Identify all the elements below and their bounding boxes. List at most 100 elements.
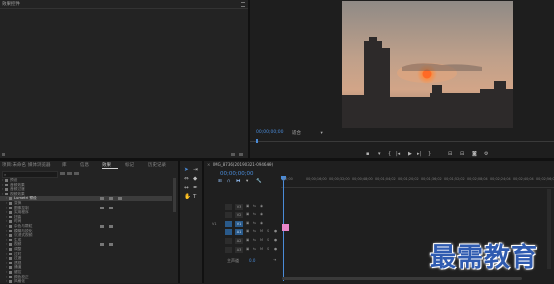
lock-icon[interactable]: ▣ bbox=[246, 212, 249, 216]
eye-icon[interactable]: ◉ bbox=[260, 204, 263, 208]
chevron-right-icon[interactable]: › bbox=[6, 261, 7, 265]
chevron-right-icon[interactable]: › bbox=[2, 183, 3, 187]
lock-icon[interactable]: ▣ bbox=[246, 238, 249, 242]
32bit-filter-icon[interactable] bbox=[67, 172, 72, 175]
lock-icon[interactable]: ▣ bbox=[246, 247, 249, 251]
track-name[interactable]: V3 bbox=[235, 203, 243, 210]
fit-dropdown[interactable]: 适合 ▾ bbox=[292, 130, 323, 136]
chevron-right-icon[interactable]: › bbox=[6, 215, 7, 219]
tab-history[interactable]: 历史记录 bbox=[148, 162, 166, 168]
chevron-right-icon[interactable]: › bbox=[6, 206, 7, 210]
export-frame-icon[interactable]: ◙ bbox=[472, 151, 477, 157]
tab-info[interactable]: 信息 bbox=[80, 162, 89, 168]
add-marker-icon[interactable]: ▾ bbox=[246, 179, 248, 184]
chevron-right-icon[interactable]: › bbox=[6, 219, 7, 223]
eye-icon[interactable]: ◉ bbox=[260, 212, 263, 216]
video-clip[interactable] bbox=[282, 224, 289, 231]
scrollbar[interactable] bbox=[173, 178, 176, 212]
track-target-toggle[interactable] bbox=[225, 203, 232, 210]
lock-icon[interactable]: ▣ bbox=[246, 229, 249, 233]
chevron-right-icon[interactable]: › bbox=[2, 187, 3, 191]
mic-icon[interactable]: ● bbox=[274, 238, 277, 242]
solo-icon[interactable]: S bbox=[267, 238, 269, 242]
track-name[interactable]: V1 bbox=[235, 220, 243, 227]
lock-icon[interactable]: ▣ bbox=[246, 221, 249, 225]
play-icon[interactable]: ▶ bbox=[408, 151, 412, 157]
chevron-right-icon[interactable]: › bbox=[6, 229, 7, 233]
sync-lock-icon[interactable]: ⇆ bbox=[253, 229, 256, 233]
horizontal-scrollbar[interactable] bbox=[282, 277, 522, 280]
solo-icon[interactable]: S bbox=[267, 229, 269, 233]
go-to-end-icon[interactable]: ⇥ bbox=[273, 257, 276, 262]
timeline-tab-title[interactable]: IMG_8736(20190321-094649) bbox=[213, 162, 273, 167]
sync-lock-icon[interactable]: ⇆ bbox=[253, 247, 256, 251]
step-back-icon[interactable]: |◂ bbox=[396, 151, 400, 157]
chevron-right-icon[interactable]: › bbox=[6, 238, 7, 242]
timeline-timecode[interactable]: 00;00;00;00 bbox=[220, 171, 254, 177]
go-to-in-icon[interactable]: { bbox=[388, 151, 391, 157]
close-icon[interactable]: × bbox=[207, 162, 210, 167]
tab-markers[interactable]: 标记 bbox=[125, 162, 134, 168]
chevron-right-icon[interactable]: › bbox=[6, 201, 7, 205]
track-name[interactable]: A3 bbox=[235, 246, 243, 253]
mute-icon[interactable]: M bbox=[260, 238, 263, 242]
selection-tool-icon[interactable]: ➤ bbox=[184, 167, 189, 173]
snap-icon[interactable]: ∩ bbox=[227, 179, 230, 184]
chevron-right-icon[interactable]: › bbox=[2, 178, 3, 182]
timeline-settings-icon[interactable]: 🔧 bbox=[256, 179, 262, 184]
chevron-right-icon[interactable]: › bbox=[6, 275, 7, 279]
effect-controls-title[interactable]: 效果控件 bbox=[2, 1, 20, 7]
mark-out-icon[interactable]: ▾ bbox=[378, 151, 381, 157]
razor-tool-icon[interactable]: ◆ bbox=[193, 176, 197, 182]
tab-library[interactable]: 库 bbox=[62, 162, 67, 168]
effects-search-input[interactable]: ⌕ bbox=[2, 171, 58, 178]
ripple-edit-tool-icon[interactable]: ⇔ bbox=[184, 176, 189, 182]
track-target-toggle[interactable] bbox=[225, 246, 232, 253]
master-track-value[interactable]: 0.0 bbox=[249, 258, 255, 263]
tab-project[interactable]: 项目:未命名 bbox=[2, 162, 26, 168]
sync-lock-icon[interactable]: ⇆ bbox=[253, 204, 256, 208]
export-icon[interactable] bbox=[231, 153, 235, 156]
linked-selection-icon[interactable]: ⧓ bbox=[236, 179, 241, 184]
chevron-right-icon[interactable]: › bbox=[6, 252, 7, 256]
menu-icon[interactable] bbox=[241, 2, 245, 7]
track-name[interactable]: A2 bbox=[235, 237, 243, 244]
yuv-filter-icon[interactable] bbox=[74, 172, 79, 175]
settings-icon[interactable] bbox=[239, 153, 243, 156]
chevron-right-icon[interactable]: › bbox=[2, 192, 3, 196]
eye-icon[interactable]: ◉ bbox=[260, 221, 263, 225]
filter-icon[interactable] bbox=[2, 153, 5, 156]
mark-in-icon[interactable]: ▪ bbox=[366, 151, 369, 157]
pen-tool-icon[interactable]: ✒ bbox=[193, 185, 198, 191]
mute-icon[interactable]: M bbox=[260, 247, 263, 251]
playhead-marker[interactable] bbox=[256, 139, 258, 143]
tab-media-browser[interactable]: 媒体浏览器 bbox=[28, 162, 51, 168]
chevron-right-icon[interactable]: › bbox=[6, 196, 7, 200]
tab-menu-icon[interactable]: ≡ bbox=[267, 162, 270, 167]
step-forward-icon[interactable]: ▸| bbox=[417, 151, 421, 157]
vertical-scrollbar[interactable] bbox=[547, 189, 551, 269]
track-target-toggle[interactable] bbox=[225, 237, 232, 244]
sync-lock-icon[interactable]: ⇆ bbox=[253, 238, 256, 242]
program-timecode[interactable]: 00;00;00;00 bbox=[256, 130, 283, 135]
lock-icon[interactable]: ▣ bbox=[246, 204, 249, 208]
chevron-right-icon[interactable]: › bbox=[6, 210, 7, 214]
mic-icon[interactable]: ● bbox=[274, 229, 277, 233]
solo-icon[interactable]: S bbox=[267, 247, 269, 251]
accelerated-filter-icon[interactable] bbox=[60, 172, 65, 175]
mic-icon[interactable]: ● bbox=[274, 247, 277, 251]
slip-tool-icon[interactable]: ↔ bbox=[184, 185, 189, 191]
hand-tool-icon[interactable]: ✋ bbox=[184, 194, 191, 200]
chevron-right-icon[interactable]: › bbox=[6, 242, 7, 246]
track-target-toggle[interactable] bbox=[225, 229, 232, 236]
mute-icon[interactable]: M bbox=[260, 229, 263, 233]
chevron-right-icon[interactable]: › bbox=[6, 265, 7, 269]
chevron-right-icon[interactable]: › bbox=[6, 247, 7, 251]
track-target-toggle[interactable] bbox=[225, 212, 232, 219]
type-tool-icon[interactable]: T bbox=[193, 194, 196, 200]
chevron-right-icon[interactable]: › bbox=[6, 233, 7, 237]
effects-tree-item[interactable]: › 风格化 bbox=[0, 279, 172, 284]
track-target-toggle[interactable] bbox=[225, 220, 232, 227]
settings-icon[interactable]: ⚙ bbox=[484, 151, 488, 157]
source-patch-label[interactable]: V1 bbox=[212, 222, 217, 226]
